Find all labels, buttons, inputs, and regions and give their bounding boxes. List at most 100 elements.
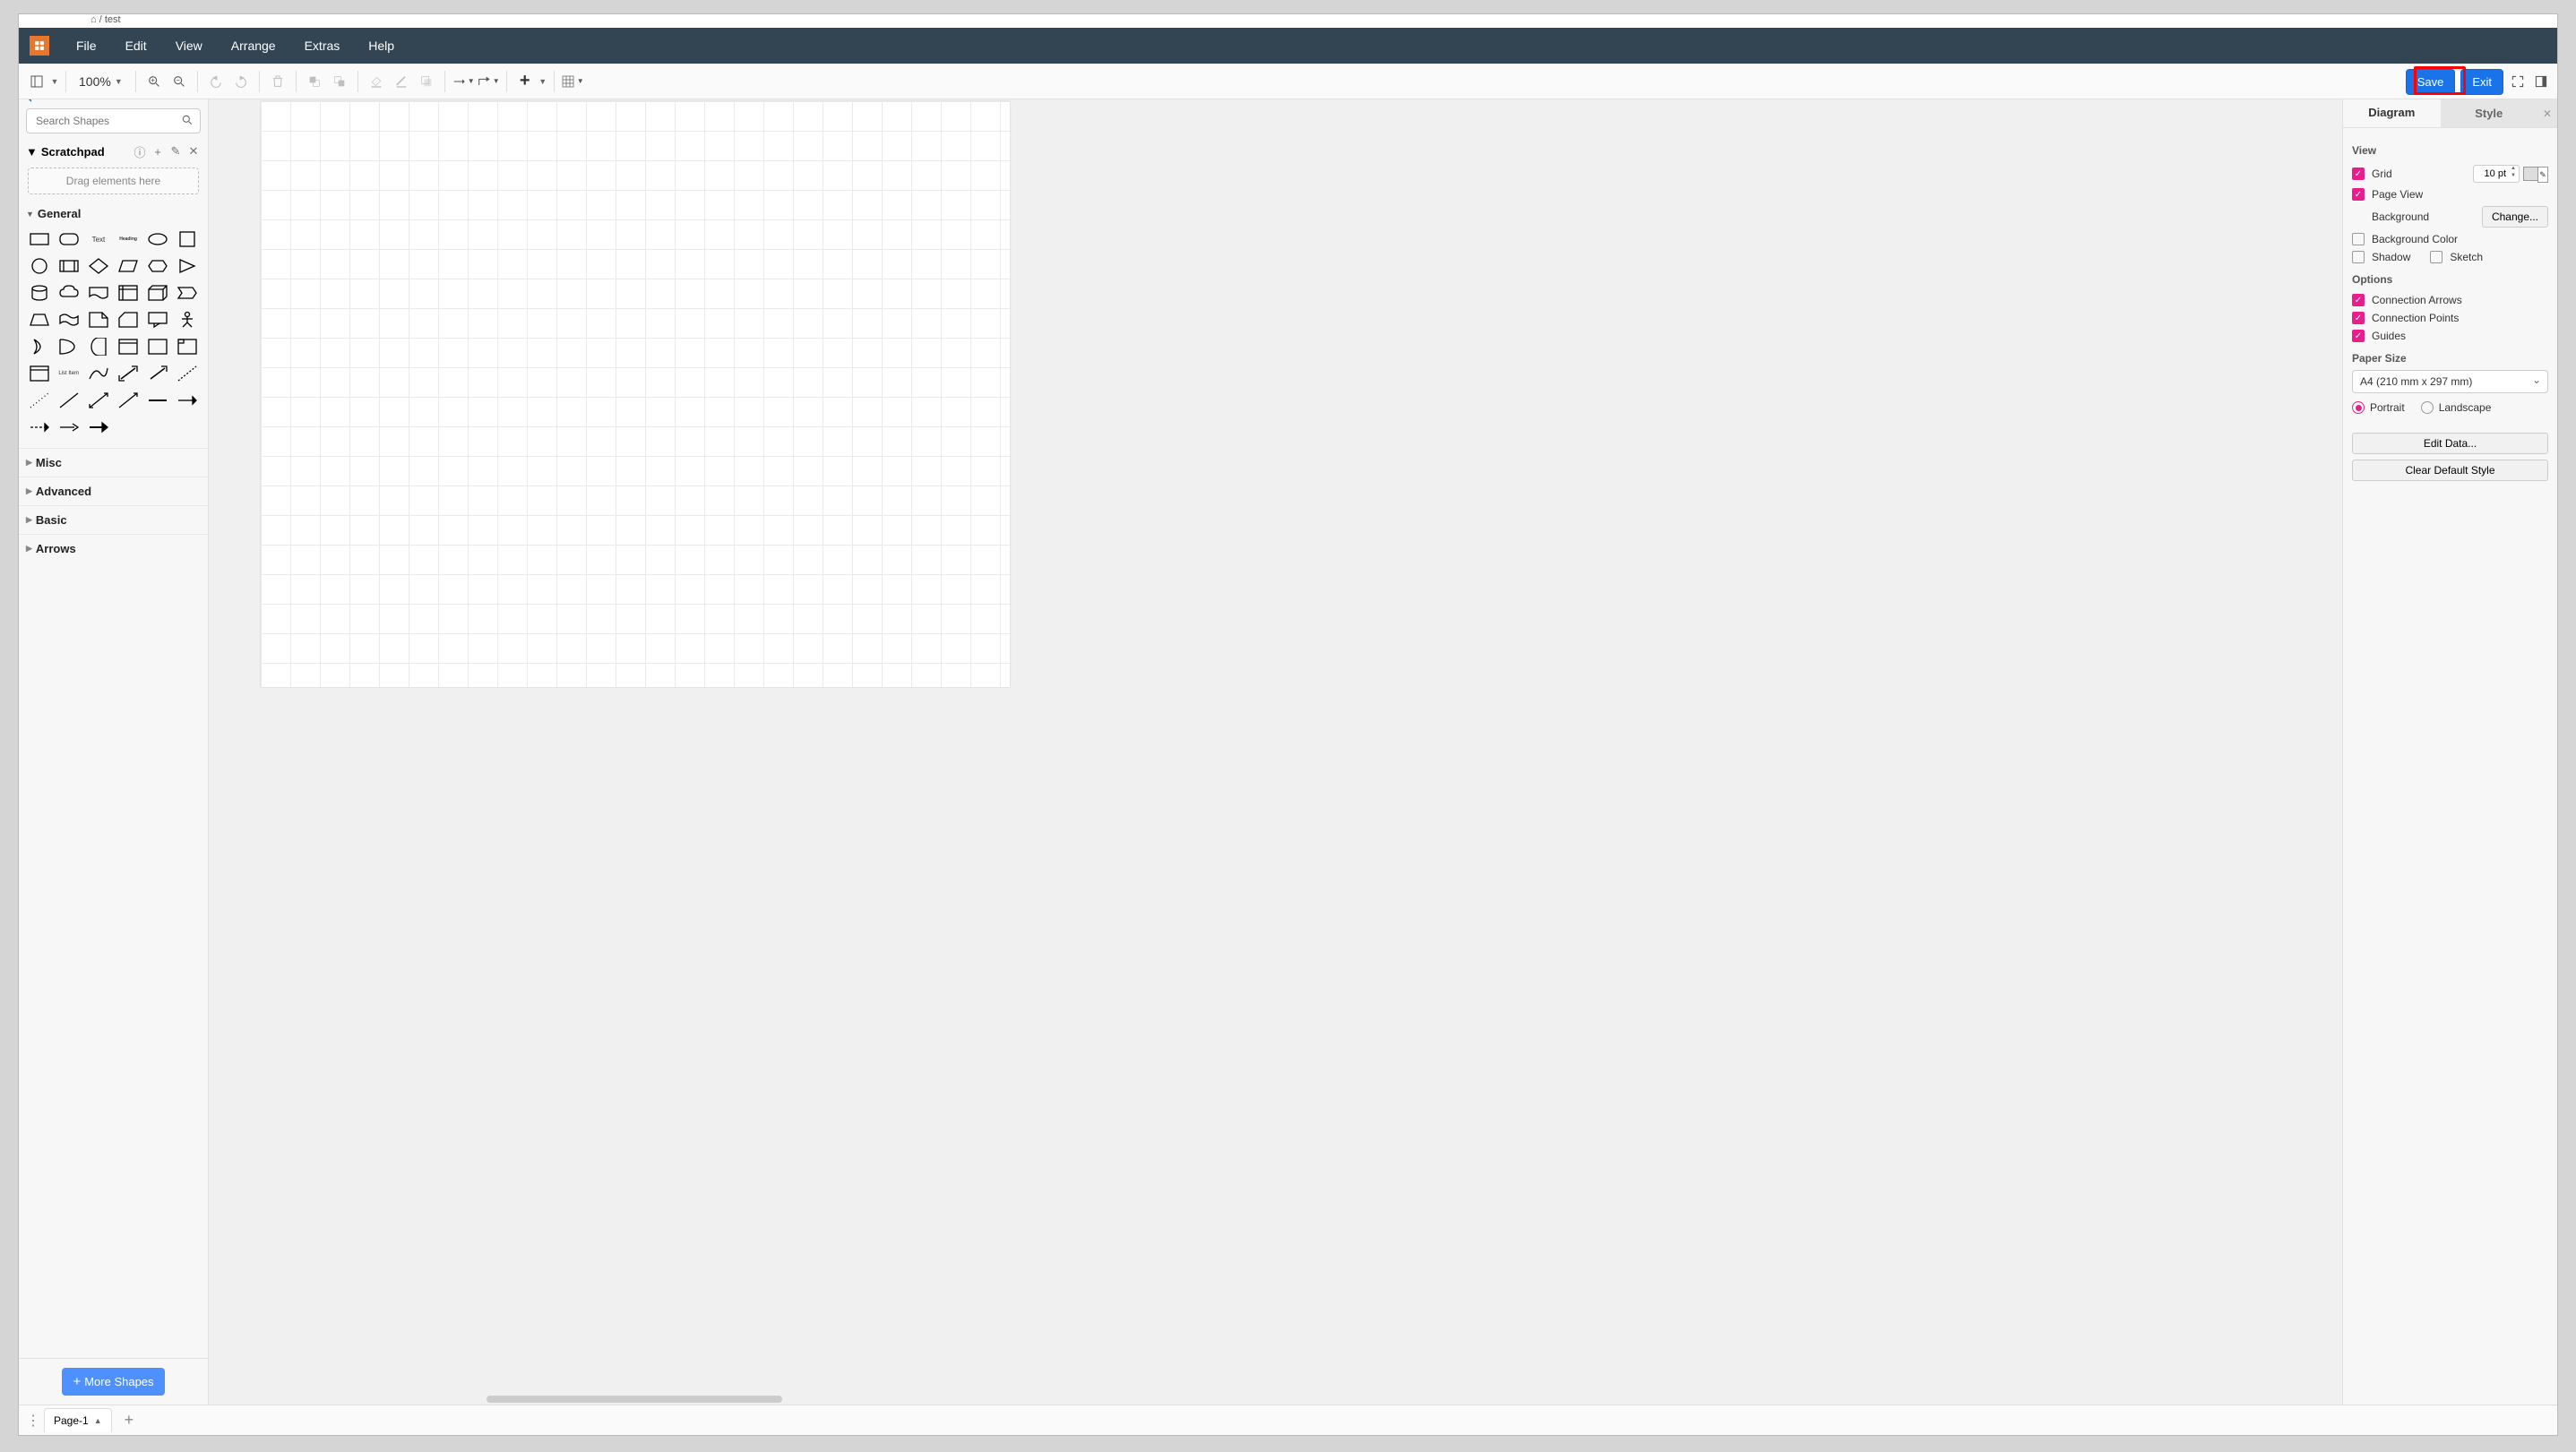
shape-rounded-rect[interactable] [56, 228, 82, 251]
shape-bidir-thin[interactable] [85, 389, 111, 412]
more-shapes-button[interactable]: +More Shapes [62, 1368, 164, 1396]
basic-section-toggle[interactable]: ▶Basic [19, 505, 208, 534]
conn-arrows-checkbox[interactable]: ✓ [2352, 294, 2365, 306]
shape-parallelogram[interactable] [115, 254, 141, 278]
waypoint-button[interactable]: ▼ [476, 69, 501, 94]
shape-link-solid[interactable] [145, 389, 171, 412]
menu-file[interactable]: File [62, 28, 111, 64]
shape-circle[interactable] [26, 254, 52, 278]
shape-datastore[interactable] [115, 335, 141, 358]
shape-dotted-line[interactable] [26, 389, 52, 412]
tab-style[interactable]: Style [2441, 99, 2538, 127]
scratchpad-close-icon[interactable]: ✕ [186, 144, 201, 159]
shape-card[interactable] [115, 308, 141, 331]
guides-checkbox[interactable]: ✓ [2352, 330, 2365, 342]
general-section-toggle[interactable]: ▼General [19, 203, 208, 224]
shape-text[interactable]: Text [85, 228, 111, 251]
menu-help[interactable]: Help [354, 28, 409, 64]
shape-hexagon[interactable] [145, 254, 171, 278]
menu-edit[interactable]: Edit [111, 28, 161, 64]
shape-frame[interactable] [175, 335, 201, 358]
shape-bidir-arrow[interactable] [115, 362, 141, 385]
change-background-button[interactable]: Change... [2482, 206, 2548, 228]
app-logo-icon[interactable] [30, 36, 49, 56]
fill-color-button[interactable] [364, 69, 389, 94]
shape-cube[interactable] [145, 281, 171, 305]
fullscreen-icon[interactable] [2509, 73, 2527, 90]
shape-curve[interactable] [85, 362, 111, 385]
shape-callout[interactable] [145, 308, 171, 331]
shape-link-arrow4[interactable] [85, 416, 111, 439]
delete-button[interactable] [265, 69, 290, 94]
scratchpad-edit-icon[interactable]: ✎ [168, 144, 183, 159]
paper[interactable] [261, 101, 1010, 687]
shape-link-arrow1[interactable] [175, 389, 201, 412]
canvas-area[interactable] [209, 99, 2342, 1405]
connection-button[interactable]: ▼ [451, 69, 476, 94]
scratchpad-dropzone[interactable]: Drag elements here [28, 168, 199, 194]
line-color-button[interactable] [389, 69, 414, 94]
shape-cloud[interactable] [56, 281, 82, 305]
shape-diamond[interactable] [85, 254, 111, 278]
pageview-checkbox[interactable]: ✓ [2352, 188, 2365, 201]
shape-ellipse[interactable] [145, 228, 171, 251]
shape-note[interactable] [85, 308, 111, 331]
save-button[interactable]: Save [2406, 69, 2456, 95]
shape-dashed-line[interactable] [175, 362, 201, 385]
table-button[interactable]: ▼ [560, 69, 585, 94]
shape-link-arrow3[interactable] [56, 416, 82, 439]
shape-crescent[interactable] [26, 335, 52, 358]
undo-button[interactable] [203, 69, 228, 94]
shadow-button[interactable] [414, 69, 439, 94]
grid-color-swatch[interactable] [2523, 167, 2548, 181]
search-icon[interactable] [181, 114, 194, 129]
menu-extras[interactable]: Extras [290, 28, 355, 64]
shape-trapezoid[interactable] [26, 308, 52, 331]
zoom-in-button[interactable] [142, 69, 167, 94]
menu-arrange[interactable]: Arrange [217, 28, 290, 64]
portrait-radio[interactable] [2352, 401, 2365, 414]
paper-size-select[interactable]: A4 (210 mm x 297 mm) [2352, 370, 2548, 393]
arrows-section-toggle[interactable]: ▶Arrows [19, 534, 208, 563]
advanced-section-toggle[interactable]: ▶Advanced [19, 477, 208, 505]
search-shapes-input[interactable] [26, 108, 201, 133]
shape-link-arrow2[interactable] [26, 416, 52, 439]
diagram-canvas[interactable] [261, 101, 530, 236]
menu-view[interactable]: View [161, 28, 217, 64]
shape-heading[interactable]: Heading [115, 228, 141, 251]
to-front-button[interactable] [302, 69, 327, 94]
pages-menu-icon[interactable]: ⋮ [26, 1412, 37, 1430]
sketch-checkbox[interactable] [2430, 251, 2442, 263]
zoom-control[interactable]: 100%▼ [72, 74, 130, 89]
shape-cylinder[interactable] [26, 281, 52, 305]
scratchpad-help-icon[interactable]: ⓘ [133, 144, 147, 159]
shape-tape[interactable] [56, 308, 82, 331]
view-mode-button[interactable] [24, 69, 49, 94]
to-back-button[interactable] [327, 69, 352, 94]
shape-square[interactable] [175, 228, 201, 251]
shape-list-item[interactable]: List Item [56, 362, 82, 385]
grid-checkbox[interactable]: ✓ [2352, 168, 2365, 180]
shape-container[interactable] [145, 335, 171, 358]
shape-step[interactable] [175, 281, 201, 305]
shadow-checkbox[interactable] [2352, 251, 2365, 263]
edit-data-button[interactable]: Edit Data... [2352, 433, 2548, 454]
shape-line[interactable] [56, 389, 82, 412]
format-panel-toggle-icon[interactable] [2532, 73, 2550, 90]
shape-dir-thin[interactable] [115, 389, 141, 412]
shape-and[interactable] [85, 335, 111, 358]
page-tab-1[interactable]: Page-1▲ [44, 1408, 112, 1432]
shape-list[interactable] [26, 362, 52, 385]
bgcolor-checkbox[interactable] [2352, 233, 2365, 245]
add-page-button[interactable]: + [119, 1411, 140, 1430]
clear-style-button[interactable]: Clear Default Style [2352, 460, 2548, 481]
view-mode-caret[interactable]: ▼ [49, 69, 60, 94]
shape-or[interactable] [56, 335, 82, 358]
shape-rect[interactable] [26, 228, 52, 251]
insert-caret[interactable]: ▼ [538, 69, 548, 94]
shape-internal-storage[interactable] [115, 281, 141, 305]
conn-points-checkbox[interactable]: ✓ [2352, 312, 2365, 324]
horizontal-scrollbar[interactable] [487, 1396, 782, 1403]
insert-button[interactable]: + [513, 69, 538, 94]
chevron-down-icon[interactable]: ▼ [26, 145, 38, 159]
